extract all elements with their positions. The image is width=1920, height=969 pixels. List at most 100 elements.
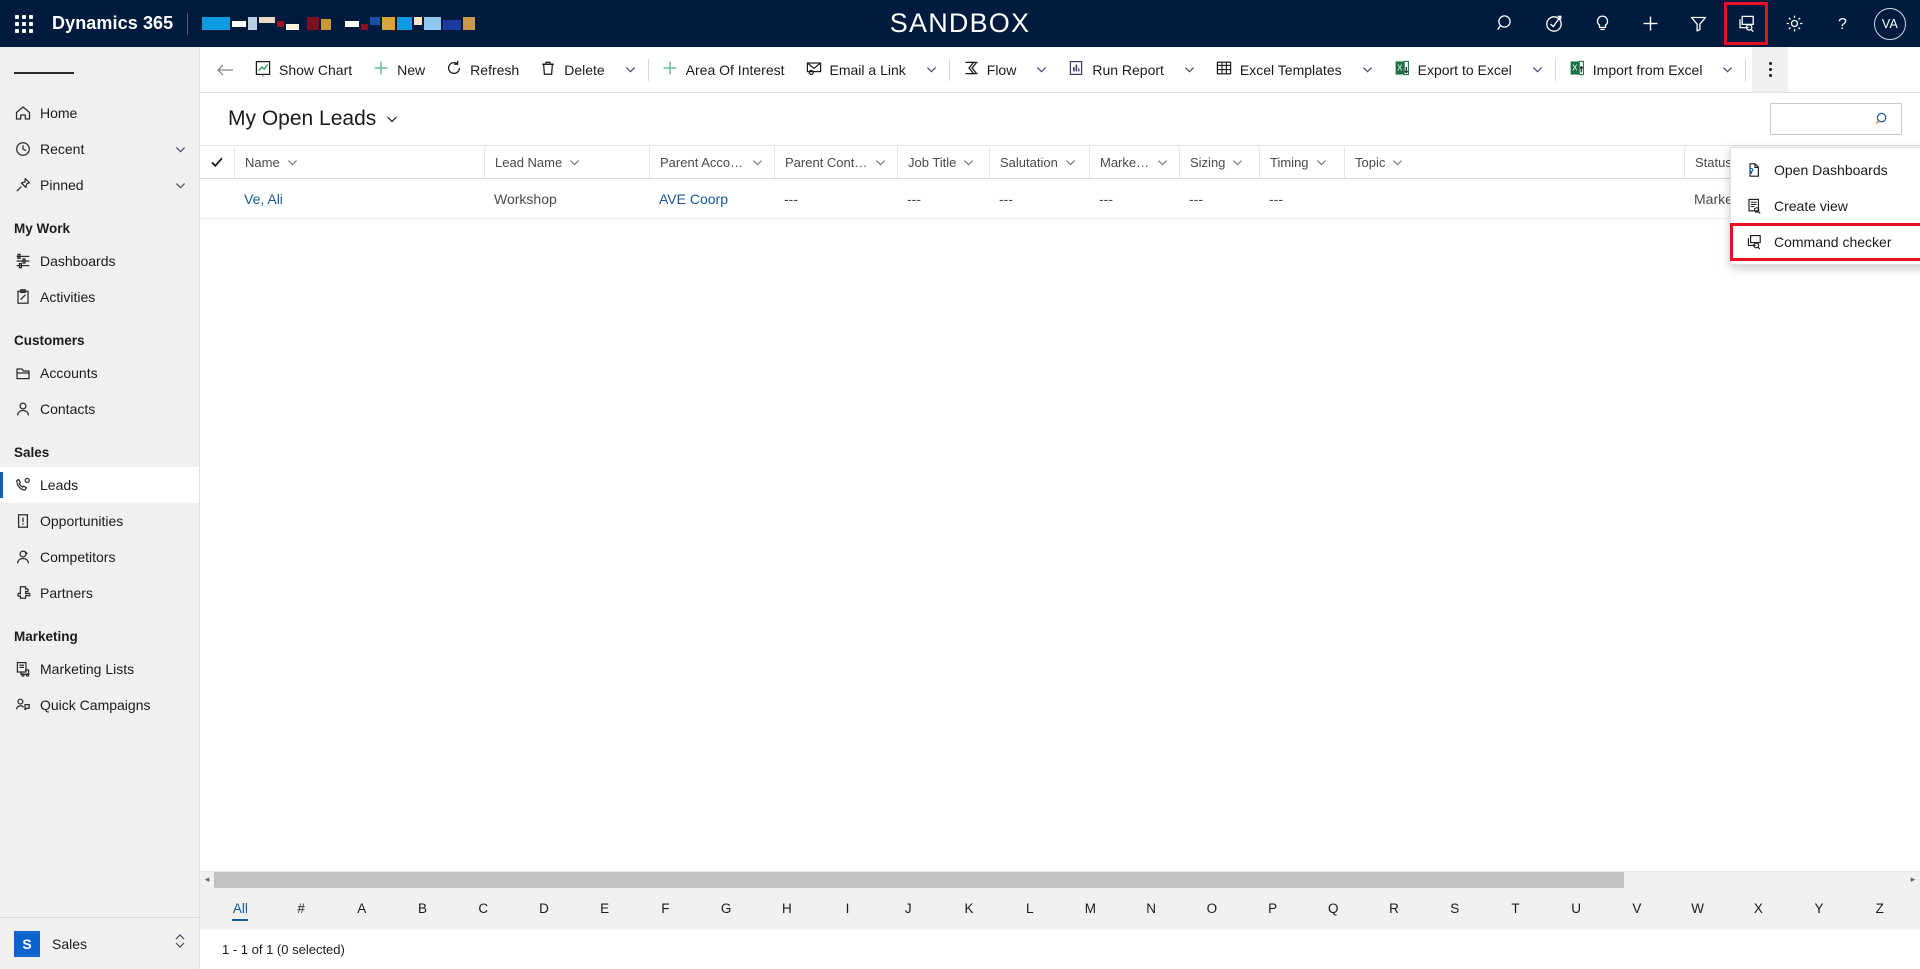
scrollbar-track[interactable] — [214, 872, 1906, 888]
lightbulb-icon[interactable] — [1578, 0, 1626, 47]
view-selector-chevron-down-icon[interactable] — [385, 112, 399, 126]
alpha-filter-e[interactable]: E — [574, 887, 635, 929]
menu-item-command-checker[interactable]: Command checker — [1731, 224, 1920, 260]
alpha-filter-n[interactable]: N — [1121, 887, 1182, 929]
scroll-right-arrow-icon[interactable]: ▸ — [1906, 874, 1920, 885]
sidebar-item-quick-campaigns[interactable]: Quick Campaigns — [0, 687, 199, 723]
sidebar-item-activities[interactable]: Activities — [0, 279, 199, 315]
alpha-filter-a[interactable]: A — [331, 887, 392, 929]
chevron-down-icon[interactable] — [1315, 156, 1328, 169]
alpha-filter-u[interactable]: U — [1546, 887, 1607, 929]
column-header[interactable]: Parent Account for l... — [649, 146, 774, 178]
alpha-filter-b[interactable]: B — [392, 887, 453, 929]
alpha-filter-s[interactable]: S — [1424, 887, 1485, 929]
chevron-down-icon[interactable] — [174, 179, 187, 192]
command-delete[interactable]: Delete — [529, 47, 614, 93]
chevron-down-icon[interactable] — [962, 156, 975, 169]
sidebar-item-recent[interactable]: Recent — [0, 131, 199, 167]
column-header[interactable]: Timing — [1259, 146, 1344, 178]
filter-icon[interactable] — [1674, 0, 1722, 47]
assistant-icon[interactable] — [1530, 0, 1578, 47]
chevron-down-icon[interactable] — [1231, 156, 1244, 169]
scrollbar-thumb[interactable] — [214, 872, 1624, 888]
sidebar-item-pinned[interactable]: Pinned — [0, 167, 199, 203]
alpha-filter-m[interactable]: M — [1060, 887, 1121, 929]
sidebar-item-leads[interactable]: Leads — [0, 467, 199, 503]
plus-icon[interactable] — [1626, 0, 1674, 47]
app-launcher-icon[interactable] — [0, 0, 48, 47]
chevron-down-icon[interactable] — [1352, 47, 1383, 93]
sidebar-item-marketing-lists[interactable]: Marketing Lists — [0, 651, 199, 687]
alpha-filter-t[interactable]: T — [1485, 887, 1546, 929]
select-all-checkmark-icon[interactable] — [200, 146, 234, 178]
alpha-filter-all[interactable]: All — [210, 887, 271, 929]
command-new[interactable]: New — [362, 47, 435, 93]
chevron-down-icon[interactable] — [615, 47, 646, 93]
column-header[interactable]: Marketing ... — [1089, 146, 1179, 178]
alpha-filter-j[interactable]: J — [878, 887, 939, 929]
chevron-down-icon[interactable] — [1064, 156, 1077, 169]
alpha-filter-r[interactable]: R — [1364, 887, 1425, 929]
horizontal-scrollbar[interactable]: ◂ ▸ — [200, 871, 1920, 887]
command-import-from-excel[interactable]: XImport from Excel — [1558, 47, 1713, 93]
alpha-filter-hash[interactable]: # — [271, 887, 332, 929]
chevron-down-icon[interactable] — [286, 156, 299, 169]
avatar[interactable]: VA — [1874, 8, 1906, 40]
column-header[interactable]: Lead Name — [484, 146, 649, 178]
help-icon[interactable]: ? — [1818, 0, 1866, 47]
command-export-to-excel[interactable]: XExport to Excel — [1383, 47, 1522, 93]
app-switcher[interactable]: S Sales — [0, 917, 199, 969]
command-run-report[interactable]: Run Report — [1057, 47, 1174, 93]
column-header[interactable]: Salutation — [989, 146, 1089, 178]
command-refresh[interactable]: Refresh — [435, 47, 529, 93]
alpha-filter-o[interactable]: O — [1182, 887, 1243, 929]
alpha-filter-f[interactable]: F — [635, 887, 696, 929]
command-email-a-link[interactable]: Email a Link — [795, 47, 916, 93]
alpha-filter-y[interactable]: Y — [1789, 887, 1850, 929]
column-header[interactable]: Sizing — [1179, 146, 1259, 178]
chevron-down-icon[interactable] — [751, 156, 764, 169]
sidebar-item-partners[interactable]: Partners — [0, 575, 199, 611]
sidebar-item-home[interactable]: Home — [0, 95, 199, 131]
chevron-down-icon[interactable] — [1174, 47, 1205, 93]
command-flow[interactable]: Flow — [952, 47, 1027, 93]
row-checkbox[interactable] — [200, 179, 234, 218]
command-checker-icon[interactable] — [1722, 0, 1770, 47]
alpha-filter-p[interactable]: P — [1242, 887, 1303, 929]
alpha-filter-z[interactable]: Z — [1849, 887, 1910, 929]
alpha-filter-d[interactable]: D — [514, 887, 575, 929]
alpha-filter-x[interactable]: X — [1728, 887, 1789, 929]
scroll-left-arrow-icon[interactable]: ◂ — [200, 874, 214, 885]
search-icon[interactable] — [1482, 0, 1530, 47]
menu-item-create-view[interactable]: Create view — [1731, 188, 1920, 224]
alpha-filter-q[interactable]: Q — [1303, 887, 1364, 929]
expand-collapse-icon[interactable] — [173, 932, 187, 955]
chevron-down-icon[interactable] — [1156, 156, 1169, 169]
sidebar-item-accounts[interactable]: Accounts — [0, 355, 199, 391]
hamburger-icon[interactable] — [0, 51, 199, 95]
table-cell[interactable]: Ve, Ali — [234, 179, 484, 218]
alpha-filter-v[interactable]: V — [1607, 887, 1668, 929]
alpha-filter-w[interactable]: W — [1667, 887, 1728, 929]
chevron-down-icon[interactable] — [1522, 47, 1553, 93]
alpha-filter-i[interactable]: I — [817, 887, 878, 929]
sidebar-item-opportunities[interactable]: Opportunities — [0, 503, 199, 539]
table-cell[interactable]: AVE Coorp — [649, 179, 774, 218]
chevron-down-icon[interactable] — [568, 156, 581, 169]
table-row[interactable]: Ve, AliWorkshopAVE Coorp----------------… — [200, 179, 1920, 219]
command-show-chart[interactable]: Show Chart — [244, 47, 362, 93]
sidebar-item-dashboards[interactable]: Dashboards — [0, 243, 199, 279]
gear-icon[interactable] — [1770, 0, 1818, 47]
sidebar-item-competitors[interactable]: Competitors — [0, 539, 199, 575]
command-area-of-interest[interactable]: Area Of Interest — [651, 47, 795, 93]
alpha-filter-g[interactable]: G — [696, 887, 757, 929]
alpha-filter-k[interactable]: K — [939, 887, 1000, 929]
chevron-down-icon[interactable] — [174, 143, 187, 156]
back-arrow-icon[interactable] — [206, 47, 244, 93]
column-header[interactable]: Job Title — [897, 146, 989, 178]
more-commands-icon[interactable] — [1752, 47, 1788, 93]
alpha-filter-l[interactable]: L — [999, 887, 1060, 929]
alpha-filter-h[interactable]: H — [756, 887, 817, 929]
column-header[interactable]: Topic — [1344, 146, 1684, 178]
command-excel-templates[interactable]: Excel Templates — [1205, 47, 1352, 93]
